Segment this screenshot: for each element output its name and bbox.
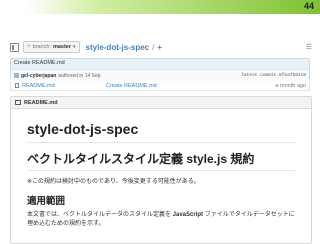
readme-header: README.md <box>11 97 311 109</box>
commit-title[interactable]: Create README.md <box>14 60 65 66</box>
branch-icon: ⑂ <box>27 44 31 50</box>
chevron-down-icon: ▾ <box>73 44 76 50</box>
file-age: a month ago <box>275 82 306 89</box>
readme-note: ※この規約は検討中のものであり、今後変更する可能性がある。 <box>27 179 200 185</box>
readme-section-title: 適用範囲 <box>27 196 66 207</box>
readme-panel: README.md style-dot-js-spec ベクトルタイルスタイル定… <box>10 96 312 244</box>
para-text-start: 本文書では、ベクトルタイルデータのスタイル定義を <box>27 212 173 218</box>
path-separator: / <box>152 42 155 52</box>
file-commit-message[interactable]: Create README.md <box>106 83 157 89</box>
commit-author[interactable]: gel-cyberjapan <box>21 73 56 79</box>
para-bold-text: JavaScript <box>172 212 204 218</box>
readme-body: style-dot-js-spec ベクトルタイルスタイル定義 style.js… <box>11 121 311 229</box>
commit-meta: gel-cyberjapan authored in 14 Sep latest… <box>11 69 309 81</box>
list-icon[interactable]: ☰ <box>306 43 312 51</box>
readme-subtitle: ベクトルタイルスタイル定義 style.js 規約 <box>27 150 295 171</box>
branch-selector[interactable]: ⑂ branch: master ▾ <box>23 41 80 53</box>
repo-path-link[interactable]: style-dot-js-spec <box>86 43 150 52</box>
book-icon <box>15 100 21 105</box>
slide-header-bar <box>0 0 320 14</box>
avatar[interactable] <box>14 73 19 78</box>
commit-authored-text: authored in 14 Sep <box>58 72 101 79</box>
file-name-link[interactable]: README.md <box>22 83 106 89</box>
table-row[interactable]: README.md Create README.md a month ago <box>10 81 310 91</box>
latest-commit[interactable]: latest commit 8fea7b61c8 <box>241 73 306 78</box>
readme-title: style-dot-js-spec <box>27 121 295 143</box>
readme-header-label: README.md <box>24 99 58 106</box>
add-file-button[interactable]: + <box>157 43 162 52</box>
slide-number: 44 <box>303 1 314 11</box>
branch-prefix: branch: <box>32 44 51 50</box>
branch-name: master <box>52 44 72 50</box>
readme-paragraph: 本文書では、ベクトルタイルデータのスタイル定義を JavaScript ファイル… <box>27 211 295 229</box>
repo-icon <box>10 42 19 52</box>
repo-header: ⑂ branch: master ▾ style-dot-js-spec / +… <box>10 40 312 54</box>
commit-box: Create README.md gel-cyberjapan authored… <box>10 58 310 81</box>
header-tools: ☰ <box>306 43 312 51</box>
file-icon <box>15 83 19 88</box>
